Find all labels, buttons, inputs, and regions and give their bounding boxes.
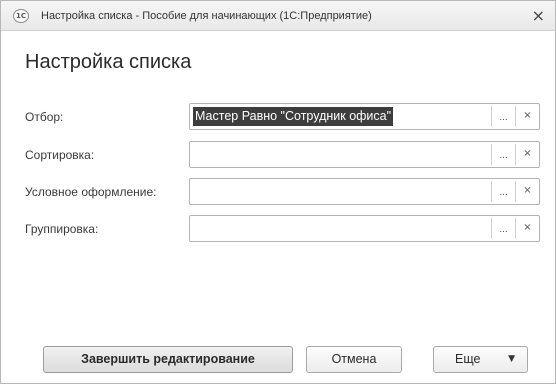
sort-label: Сортировка: (25, 148, 95, 162)
more-button-label: Еще (455, 352, 481, 366)
chevron-down-icon: ▼ (508, 354, 515, 364)
window-title: Настройка списка - Пособие для начинающи… (41, 10, 372, 22)
cancel-button[interactable]: Отмена (306, 346, 402, 373)
conditional-format-label: Условное оформление: (25, 185, 157, 199)
filter-clear-icon[interactable]: × (515, 106, 539, 127)
page-title: Настройка списка (25, 51, 192, 73)
filter-value[interactable]: Мастер Равно "Сотрудник офиса" (193, 107, 394, 126)
title-bar[interactable]: 1С Настройка списка - Пособие для начина… (1, 1, 555, 31)
grouping-label: Группировка: (25, 222, 99, 236)
grouping-value[interactable] (193, 219, 197, 238)
conditional-format-select-button[interactable]: ... (491, 181, 515, 202)
filter-field[interactable]: Мастер Равно "Сотрудник офиса" ... × (189, 103, 540, 130)
filter-select-button[interactable]: ... (491, 106, 515, 127)
conditional-format-field[interactable]: ... × (189, 178, 540, 205)
sort-select-button[interactable]: ... (491, 144, 515, 165)
finish-editing-button[interactable]: Завершить редактирование (43, 346, 293, 373)
sort-clear-icon[interactable]: × (515, 144, 539, 165)
filter-row: Отбор: Мастер Равно "Сотрудник офиса" ..… (1, 103, 555, 130)
conditional-format-value[interactable] (193, 182, 197, 201)
settings-dialog: 1С Настройка списка - Пособие для начина… (0, 0, 556, 384)
grouping-select-button[interactable]: ... (491, 218, 515, 239)
grouping-field[interactable]: ... × (189, 215, 540, 242)
sort-row: Сортировка: ... × (1, 141, 555, 168)
close-icon[interactable]: × (532, 6, 545, 25)
app-1c-icon: 1С (13, 9, 29, 23)
filter-label: Отбор: (25, 110, 64, 124)
conditional-format-row: Условное оформление: ... × (1, 178, 555, 205)
sort-field[interactable]: ... × (189, 141, 540, 168)
more-button[interactable]: Еще ▼ (433, 346, 528, 373)
sort-value[interactable] (193, 145, 197, 164)
grouping-row: Группировка: ... × (1, 215, 555, 242)
conditional-format-clear-icon[interactable]: × (515, 181, 539, 202)
grouping-clear-icon[interactable]: × (515, 218, 539, 239)
